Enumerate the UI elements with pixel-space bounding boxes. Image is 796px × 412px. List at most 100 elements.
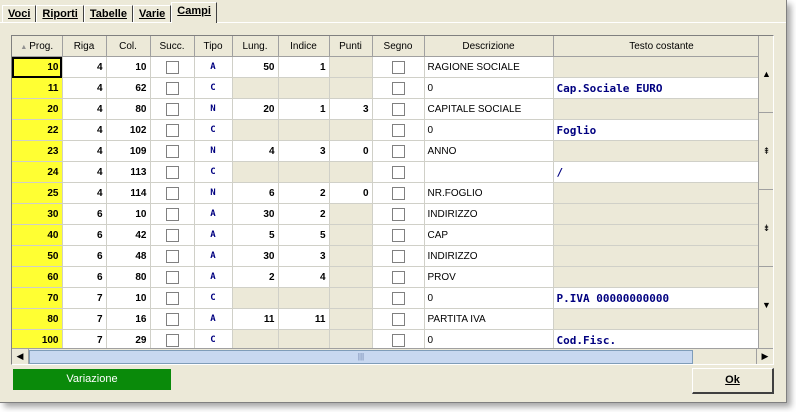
cell-succ[interactable] <box>150 287 195 309</box>
cell-riga[interactable]: 7 <box>62 287 107 309</box>
cell-punti[interactable] <box>329 161 373 183</box>
table-row[interactable]: 70 7 10 C 0 P.IVA 00000000000 <box>12 287 771 309</box>
cell-testo-costante[interactable]: Foglio <box>553 119 771 141</box>
cell-segno[interactable] <box>372 266 425 288</box>
cell-succ[interactable] <box>150 140 195 162</box>
cell-testo-costante[interactable] <box>553 266 771 288</box>
cell-indice[interactable]: 3 <box>278 140 330 162</box>
cell-indice[interactable]: 2 <box>278 203 330 225</box>
succ-checkbox[interactable] <box>165 102 179 116</box>
cell-indice[interactable]: 2 <box>278 182 330 204</box>
cell-succ[interactable] <box>150 224 195 246</box>
page-up-icon[interactable]: ⇞ <box>759 113 773 190</box>
cell-descrizione[interactable]: 0 <box>424 287 554 309</box>
cell-descrizione[interactable] <box>424 161 554 183</box>
vertical-scrollbar[interactable]: ▲ ⇞ ⇟ ▼ <box>758 36 773 348</box>
table-row[interactable]: 50 6 48 A 30 3 INDIRIZZO <box>12 245 771 267</box>
cell-tipo[interactable]: C <box>194 161 233 183</box>
cell-tipo[interactable]: C <box>194 77 233 99</box>
column-header[interactable]: Succ. <box>150 36 195 57</box>
cell-prog[interactable]: 23 <box>12 140 63 162</box>
table-row[interactable]: 20 4 80 N 20 1 3 CAPITALE SOCIALE <box>12 98 771 120</box>
cell-descrizione[interactable]: NR.FOGLIO <box>424 182 554 204</box>
column-header[interactable]: Indice <box>278 36 330 57</box>
cell-indice[interactable] <box>278 161 330 183</box>
horizontal-scrollbar[interactable]: ◀ ||| ▶ <box>12 348 773 364</box>
cell-testo-costante[interactable] <box>553 203 771 225</box>
succ-checkbox[interactable] <box>165 312 179 326</box>
tab-campi[interactable]: Campi <box>171 2 217 23</box>
scroll-right-icon[interactable]: ▶ <box>756 349 773 364</box>
cell-lung[interactable]: 20 <box>232 98 279 120</box>
cell-punti[interactable] <box>329 119 373 141</box>
cell-lung[interactable]: 30 <box>232 203 279 225</box>
column-header[interactable]: Tipo <box>194 36 233 57</box>
table-row[interactable]: 60 6 80 A 2 4 PROV <box>12 266 771 288</box>
cell-prog[interactable]: 22 <box>12 119 63 141</box>
segno-checkbox[interactable] <box>391 81 405 95</box>
ok-button[interactable]: Ok <box>692 368 774 394</box>
tab-varie[interactable]: Varie <box>132 5 172 23</box>
cell-prog[interactable]: 20 <box>12 98 63 120</box>
cell-segno[interactable] <box>372 224 425 246</box>
segno-checkbox[interactable] <box>391 312 405 326</box>
cell-punti[interactable] <box>329 224 373 246</box>
cell-segno[interactable] <box>372 140 425 162</box>
cell-segno[interactable] <box>372 161 425 183</box>
cell-testo-costante[interactable] <box>553 224 771 246</box>
segno-checkbox[interactable] <box>391 144 405 158</box>
cell-tipo[interactable]: A <box>194 56 233 78</box>
cell-descrizione[interactable]: INDIRIZZO <box>424 245 554 267</box>
column-header[interactable]: Lung. <box>232 36 279 57</box>
cell-indice[interactable] <box>278 77 330 99</box>
cell-prog[interactable]: 30 <box>12 203 63 225</box>
cell-lung[interactable]: 50 <box>232 56 279 78</box>
segno-checkbox[interactable] <box>391 60 405 74</box>
cell-tipo[interactable]: A <box>194 266 233 288</box>
succ-checkbox[interactable] <box>165 207 179 221</box>
cell-indice[interactable]: 1 <box>278 56 330 78</box>
cell-punti[interactable] <box>329 308 373 330</box>
cell-tipo[interactable]: N <box>194 140 233 162</box>
cell-riga[interactable]: 7 <box>62 308 107 330</box>
cell-punti[interactable] <box>329 245 373 267</box>
scroll-left-icon[interactable]: ◀ <box>12 349 29 364</box>
cell-prog[interactable]: 10 <box>12 56 63 78</box>
cell-tipo[interactable]: A <box>194 203 233 225</box>
cell-tipo[interactable]: A <box>194 224 233 246</box>
cell-col[interactable]: 48 <box>106 245 151 267</box>
cell-indice[interactable]: 4 <box>278 266 330 288</box>
cell-succ[interactable] <box>150 77 195 99</box>
cell-segno[interactable] <box>372 308 425 330</box>
cell-testo-costante[interactable] <box>553 98 771 120</box>
segno-checkbox[interactable] <box>391 165 405 179</box>
cell-descrizione[interactable]: CAPITALE SOCIALE <box>424 98 554 120</box>
cell-lung[interactable]: 11 <box>232 308 279 330</box>
succ-checkbox[interactable] <box>165 81 179 95</box>
cell-indice[interactable] <box>278 119 330 141</box>
cell-punti[interactable]: 0 <box>329 140 373 162</box>
table-row[interactable]: 10 4 10 A 50 1 RAGIONE SOCIALE <box>12 56 771 78</box>
cell-succ[interactable] <box>150 182 195 204</box>
cell-descrizione[interactable]: ANNO <box>424 140 554 162</box>
cell-segno[interactable] <box>372 77 425 99</box>
cell-col[interactable]: 16 <box>106 308 151 330</box>
table-row[interactable]: 40 6 42 A 5 5 CAP <box>12 224 771 246</box>
segno-checkbox[interactable] <box>391 102 405 116</box>
cell-col[interactable]: 10 <box>106 287 151 309</box>
cell-col[interactable]: 102 <box>106 119 151 141</box>
succ-checkbox[interactable] <box>165 249 179 263</box>
cell-punti[interactable] <box>329 56 373 78</box>
cell-riga[interactable]: 4 <box>62 98 107 120</box>
scroll-thumb[interactable]: ||| <box>29 350 693 364</box>
cell-descrizione[interactable]: INDIRIZZO <box>424 203 554 225</box>
cell-segno[interactable] <box>372 182 425 204</box>
column-header[interactable]: Descrizione <box>424 36 554 57</box>
cell-prog[interactable]: 40 <box>12 224 63 246</box>
table-row[interactable]: 24 4 113 C / <box>12 161 771 183</box>
tab-voci[interactable]: Voci <box>2 5 37 23</box>
cell-testo-costante[interactable]: Cap.Sociale EURO <box>553 77 771 99</box>
cell-prog[interactable]: 80 <box>12 308 63 330</box>
table-row[interactable]: 22 4 102 C 0 Foglio <box>12 119 771 141</box>
cell-testo-costante[interactable] <box>553 245 771 267</box>
